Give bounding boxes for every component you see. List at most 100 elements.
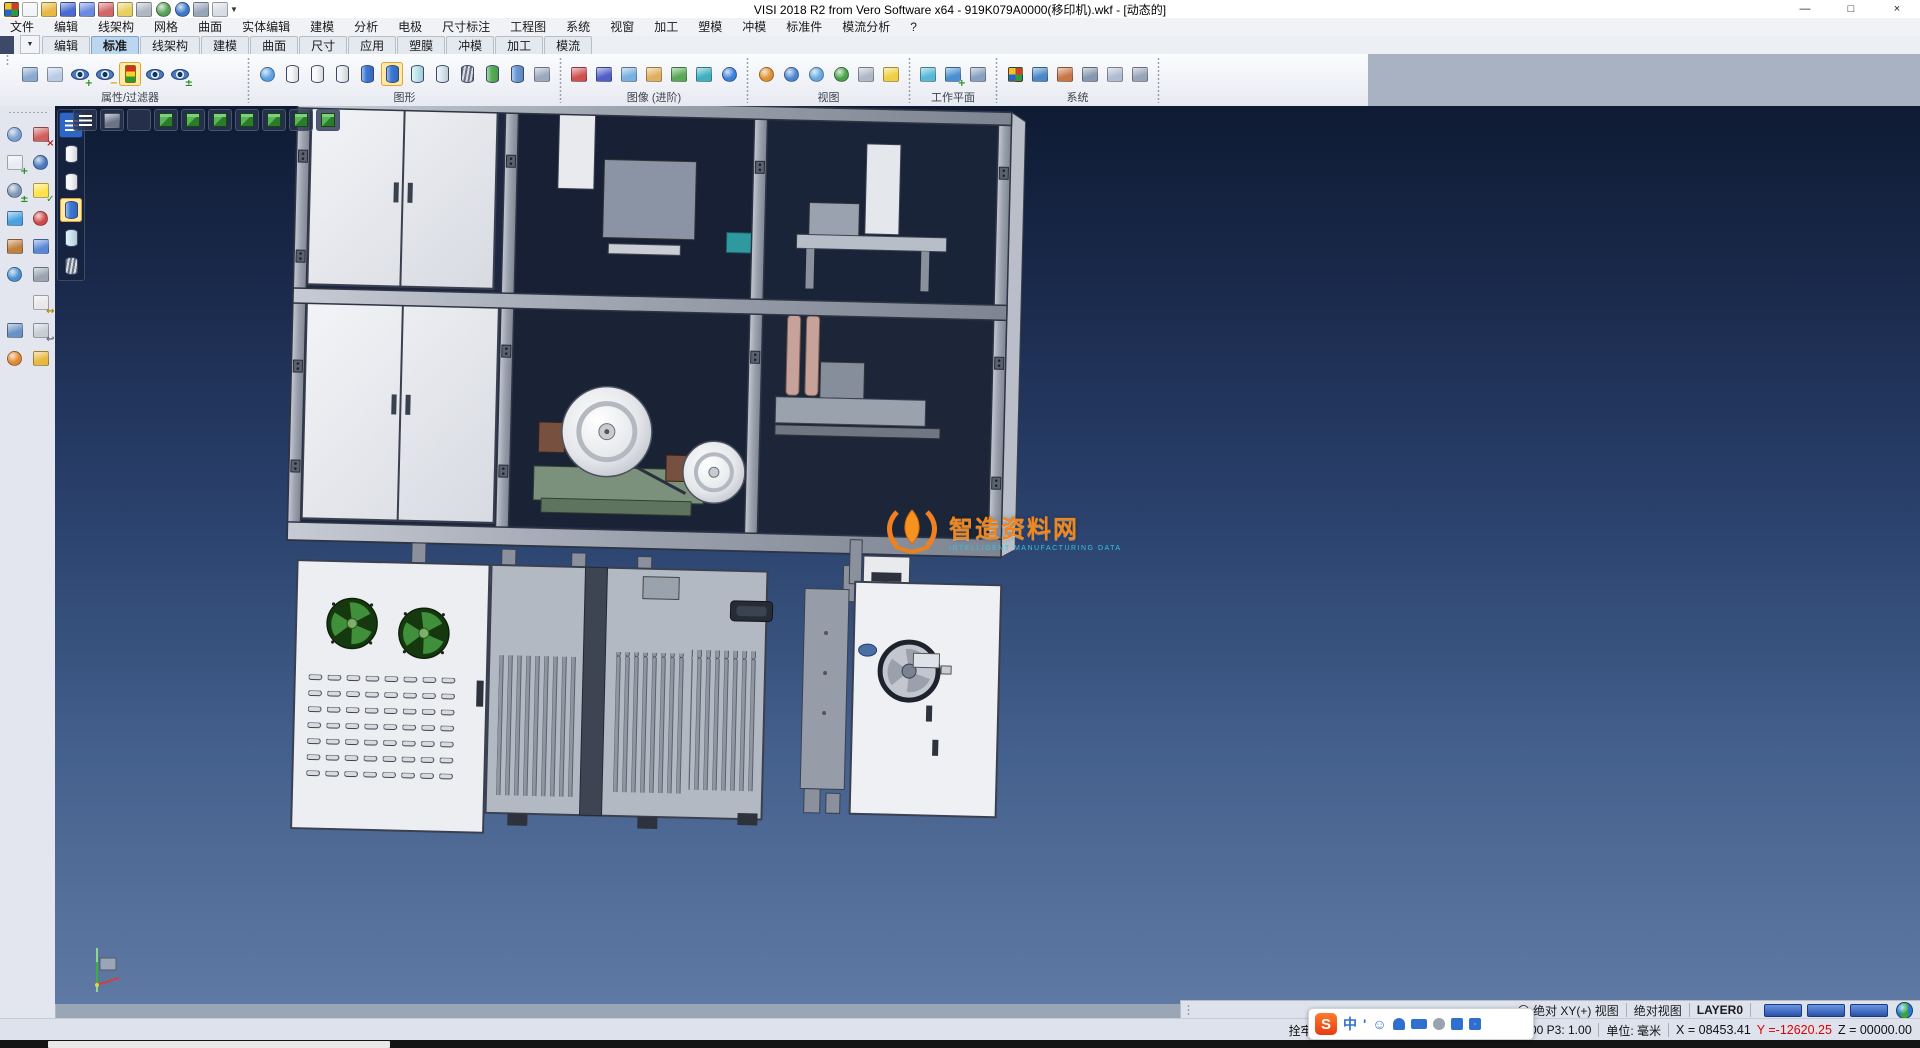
workplane-face-icon[interactable] [942, 62, 964, 86]
vent-cabinet[interactable] [485, 565, 773, 832]
recycle-cylinder-icon[interactable] [481, 62, 503, 86]
profiles-icon[interactable] [1104, 62, 1126, 86]
view-top-cube-icon[interactable] [181, 109, 205, 131]
measure-distance-icon[interactable] [29, 290, 53, 314]
print-icon[interactable] [136, 2, 152, 17]
image-gallery-icon[interactable] [643, 62, 665, 86]
workflow-tab[interactable]: 曲面 [250, 36, 298, 54]
workflow-tab[interactable]: 塑膜 [397, 36, 445, 54]
ime-language-toggle[interactable]: 中 [1343, 1014, 1357, 1034]
light-source-icon[interactable] [880, 62, 902, 86]
strip-wireframe-cylinder-icon[interactable] [60, 142, 82, 166]
solid-cube-icon[interactable] [29, 262, 53, 286]
view-axes-icon[interactable] [127, 109, 151, 131]
workplane-standard-icon[interactable] [917, 62, 939, 86]
menu-item[interactable]: 电极 [388, 18, 432, 36]
ime-mic-icon[interactable] [1393, 1018, 1405, 1030]
menu-item[interactable]: 文件 [0, 18, 44, 36]
view-right-cube-icon[interactable] [235, 109, 259, 131]
view-blank-icon[interactable] [100, 109, 124, 131]
view-bottom-cube-icon[interactable] [316, 109, 340, 131]
stereo-glasses-blue-icon[interactable] [593, 62, 615, 86]
ime-toolbox-icon[interactable] [1469, 1018, 1481, 1030]
zoom-all-icon[interactable] [755, 62, 777, 86]
selection-filter-icon[interactable] [1079, 62, 1101, 86]
3d-viewport[interactable]: 智造资料网 INTELLIGENT MANUFACTURING DATA [55, 106, 1920, 1004]
refresh-visibility-eye-icon[interactable] [144, 62, 166, 86]
right-fan-panel[interactable] [800, 555, 1002, 818]
workflow-tab[interactable]: 标准 [91, 36, 139, 54]
ime-emoji-icon[interactable]: ☺ [1372, 1016, 1386, 1032]
import-icon[interactable] [98, 2, 114, 17]
strip-transparent-cylinder-icon[interactable] [60, 226, 82, 250]
show-all-plus-icon[interactable] [194, 62, 216, 86]
undo-arrow-icon[interactable] [29, 318, 53, 342]
save-all-icon[interactable] [79, 2, 95, 17]
strip-hidden-cylinder-icon[interactable] [60, 170, 82, 194]
tab-dropdown-button[interactable]: ▼ [20, 35, 40, 54]
menu-item[interactable]: 冲模 [732, 18, 776, 36]
ime-punctuation-toggle[interactable]: ' [1363, 1016, 1366, 1032]
menu-item[interactable]: ? [900, 18, 927, 36]
paper-roll-small[interactable] [682, 441, 745, 504]
shaded-cylinder-icon[interactable] [356, 62, 378, 86]
attributes-paint-icon[interactable] [19, 62, 41, 86]
taskbar-window-button[interactable] [48, 1041, 390, 1048]
hatched-cylinder-icon[interactable] [456, 62, 478, 86]
plane-resize-icon[interactable] [3, 150, 27, 174]
open-file-icon[interactable] [41, 2, 57, 17]
strip-shaded-cylinder-icon[interactable] [60, 198, 82, 222]
hidden-line-cylinder-icon[interactable] [306, 62, 328, 86]
stereo-glasses-red-icon[interactable] [568, 62, 590, 86]
globe-icon[interactable] [1896, 1002, 1913, 1019]
workflow-tab[interactable]: 加工 [495, 36, 543, 54]
menu-item[interactable]: 编辑 [44, 18, 88, 36]
menu-item[interactable]: 实体编辑 [232, 18, 300, 36]
zoom-selected-icon[interactable] [805, 62, 827, 86]
undo-icon[interactable] [155, 2, 171, 17]
dynamic-rotate-icon[interactable] [830, 62, 852, 86]
toggle-visibility-eye-icon[interactable] [169, 62, 191, 86]
transparent-cylinder-icon[interactable] [406, 62, 428, 86]
workflow-tab[interactable]: 尺寸 [299, 36, 347, 54]
app-logo-icon[interactable] [3, 2, 19, 17]
workflow-tab[interactable]: 模流 [544, 36, 592, 54]
open-folder-icon[interactable] [29, 346, 53, 370]
window-grid-icon[interactable] [29, 234, 53, 258]
menu-item[interactable]: 模流分析 [832, 18, 900, 36]
erase-sketch-icon[interactable] [29, 122, 53, 146]
workflow-tab[interactable]: 线架构 [140, 36, 200, 54]
menu-item[interactable]: 工程图 [500, 18, 556, 36]
regen-sync-icon[interactable] [3, 262, 27, 286]
menu-item[interactable]: 加工 [644, 18, 688, 36]
shade-mode-icon[interactable] [1129, 62, 1151, 86]
manipulator-wheel-icon[interactable] [3, 346, 27, 370]
redo-icon[interactable] [174, 2, 190, 17]
color-grid-icon[interactable] [1004, 62, 1026, 86]
show-entities-eye-icon[interactable] [69, 62, 91, 86]
shaded-view-cube-icon[interactable] [693, 62, 715, 86]
delete-trash-icon[interactable] [3, 318, 27, 342]
view-back-cube-icon[interactable] [289, 109, 313, 131]
ghost-cylinder-icon[interactable] [431, 62, 453, 86]
upper-left-doors[interactable] [307, 106, 497, 289]
regen-refresh-icon[interactable] [256, 62, 278, 86]
menu-item[interactable]: 系统 [556, 18, 600, 36]
confirm-check-icon[interactable] [29, 178, 53, 202]
machine-model[interactable] [55, 106, 1920, 1004]
minimize-button[interactable]: — [1782, 0, 1828, 18]
view-front-cube-icon[interactable] [208, 109, 232, 131]
sogou-logo-icon[interactable]: S [1315, 1013, 1337, 1035]
new-document-icon[interactable] [22, 2, 38, 17]
attributes-copy-icon[interactable] [44, 62, 66, 86]
menu-item[interactable]: 线架构 [88, 18, 144, 36]
export-icon[interactable] [117, 2, 133, 17]
active-layer-label[interactable]: LAYER0 [1697, 1003, 1743, 1017]
selection-zoom-icon[interactable] [3, 122, 27, 146]
spline-edit-icon[interactable] [29, 206, 53, 230]
menu-item[interactable]: 建模 [300, 18, 344, 36]
view-left-cube-icon[interactable] [262, 109, 286, 131]
ui-palette-icon[interactable] [1054, 62, 1076, 86]
workflow-tab[interactable]: 冲模 [446, 36, 494, 54]
layer-color-bars[interactable] [1764, 1004, 1888, 1017]
